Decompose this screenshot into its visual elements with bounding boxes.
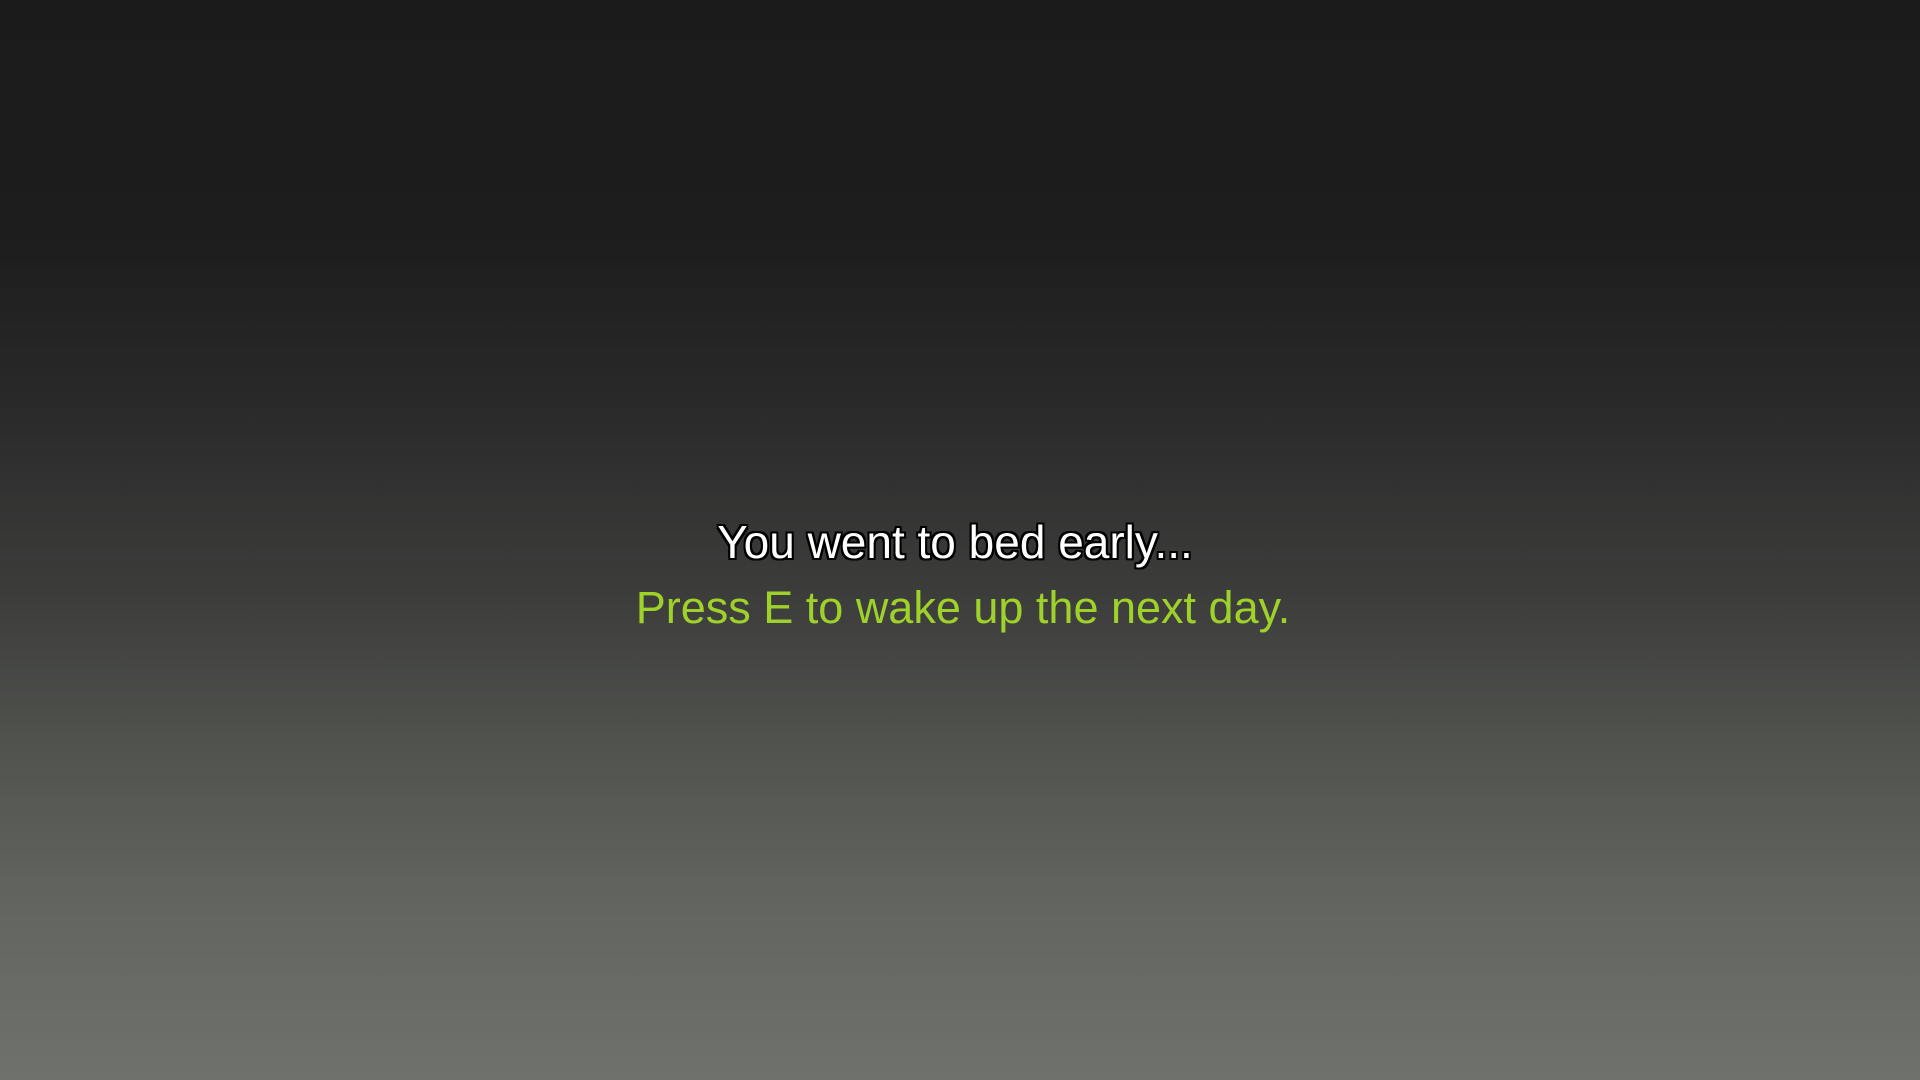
sleep-message: You went to bed early... [717, 516, 1193, 568]
sleep-screen: You went to bed early... Press E to wake… [0, 0, 1920, 1080]
wake-up-prompt: Press E to wake up the next day. [635, 582, 1291, 633]
